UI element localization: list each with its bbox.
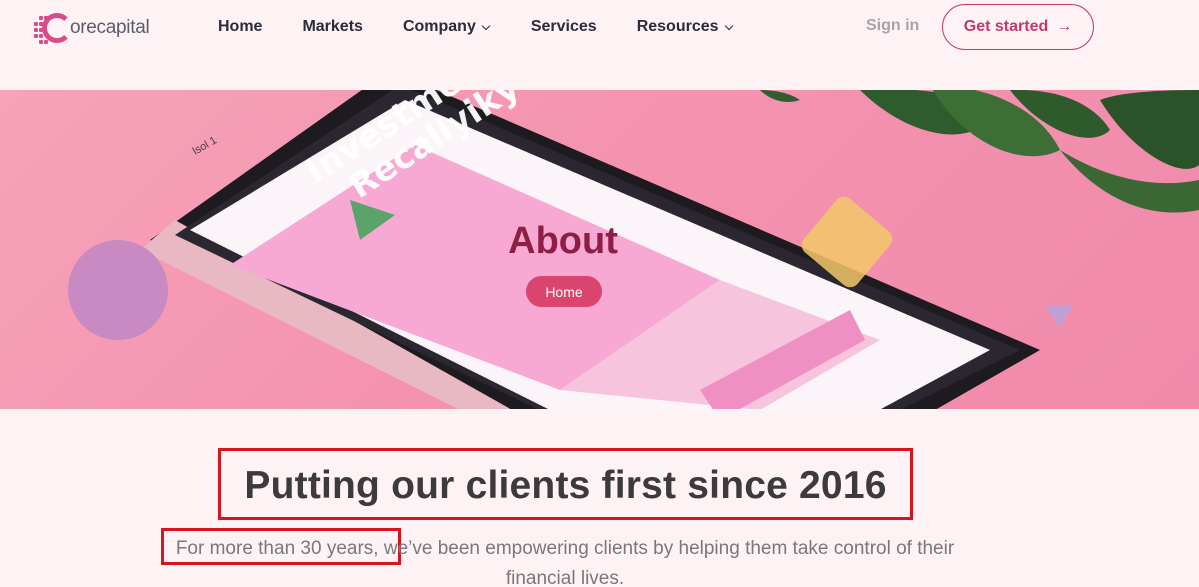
nav-item-label: Resources <box>636 18 719 35</box>
chevron-down-icon <box>724 21 733 30</box>
triangle-decoration <box>1045 305 1073 328</box>
about-page: orecapital Home Markets Company Services… <box>0 0 1199 587</box>
chevron-down-icon <box>481 21 491 30</box>
get-started-label: Get started <box>963 18 1049 35</box>
nav-item-resources[interactable]: Resources <box>636 16 733 38</box>
section-headline: Putting our clients first since 2016 <box>218 464 913 510</box>
nav-item-markets[interactable]: Markets <box>302 16 362 38</box>
nav-item-services[interactable]: Services <box>531 16 597 38</box>
headline-main: Putting our clients first <box>244 464 688 507</box>
subtext-rest: we’ve been empowering clients by helping… <box>378 538 955 587</box>
headline-highlight-text: since 2016 <box>687 464 887 507</box>
breadcrumb-home-button[interactable]: Home <box>526 276 602 307</box>
top-navbar: orecapital Home Markets Company Services… <box>0 0 1199 90</box>
page-title: About <box>508 220 618 262</box>
nav-item-label: Markets <box>302 18 363 35</box>
subtext-highlight: For more than 30 years, <box>175 538 379 559</box>
hero-banner: Investment Recallyiky lsol 1 About Home <box>0 90 1199 409</box>
logo-text: orecapital <box>70 17 150 38</box>
get-started-button[interactable]: Get started → <box>942 4 1094 50</box>
nav-item-label: Services <box>530 18 597 35</box>
arrow-right-icon: → <box>1056 18 1073 35</box>
sign-in-link[interactable]: Sign in <box>866 17 919 35</box>
nav-item-label: Home <box>218 18 263 35</box>
nav-item-company[interactable]: Company <box>402 16 491 38</box>
nav-item-label: Company <box>402 18 476 35</box>
main-nav: Home Markets Company Services Resources <box>218 16 733 38</box>
logo[interactable]: orecapital <box>34 10 150 46</box>
headline-highlight: since 2016 <box>685 464 891 510</box>
logo-mark-icon <box>34 10 72 46</box>
nav-item-home[interactable]: Home <box>218 16 262 38</box>
leaf-decoration-icon <box>760 90 1199 213</box>
section-subtext: For more than 30 years, we’ve been empow… <box>150 534 980 587</box>
